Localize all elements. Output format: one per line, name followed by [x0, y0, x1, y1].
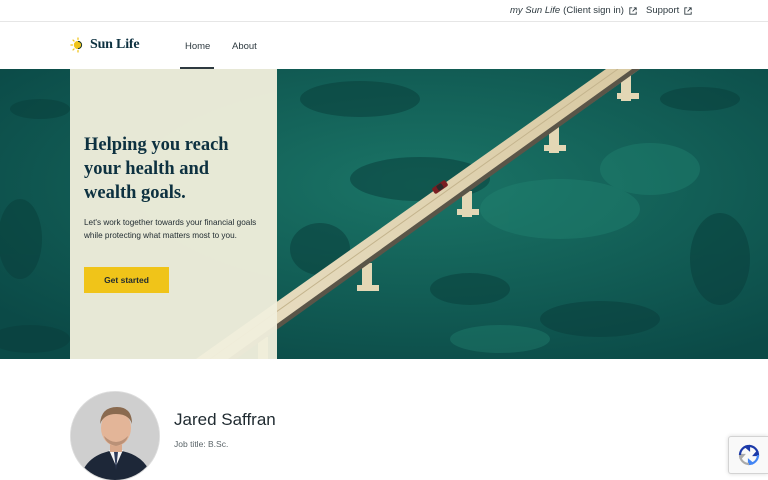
- avatar: [70, 391, 160, 480]
- sun-life-logo[interactable]: Sun Life: [70, 37, 140, 53]
- hero-title: Helping you reach your health and wealth…: [84, 135, 229, 203]
- hero-banner: Helping you reach your health and wealth…: [0, 69, 768, 359]
- sun-logo-icon: [70, 37, 83, 53]
- support-link[interactable]: Support: [646, 5, 692, 16]
- hero-panel: Helping you reach your health and wealth…: [70, 69, 277, 359]
- hero-body: Let's work together towards your financi…: [84, 218, 257, 240]
- nav-item-about[interactable]: About: [232, 41, 257, 52]
- advisor-photo: [71, 392, 159, 480]
- client-sign-in-link[interactable]: my Sun Life (Client sign in): [510, 5, 637, 16]
- external-link-icon: [629, 6, 637, 15]
- profile-job-title: Job title: B.Sc.: [174, 439, 229, 449]
- client-sign-in-label: (Client sign in): [563, 5, 624, 16]
- support-label: Support: [646, 5, 680, 16]
- get-started-button[interactable]: Get started: [84, 267, 169, 293]
- recaptcha-badge[interactable]: [728, 436, 768, 474]
- my-sun-life-brand: my Sun Life: [510, 5, 561, 16]
- nav-item-home[interactable]: Home: [185, 41, 210, 52]
- recaptcha-icon: [738, 444, 759, 466]
- external-link-icon: [684, 6, 692, 15]
- main-nav: Sun Life Home About: [0, 23, 768, 69]
- profile-name: Jared Saffran: [174, 410, 276, 429]
- logo-text: Sun Life: [90, 37, 140, 52]
- utility-bar: my Sun Life (Client sign in) Support: [0, 0, 768, 22]
